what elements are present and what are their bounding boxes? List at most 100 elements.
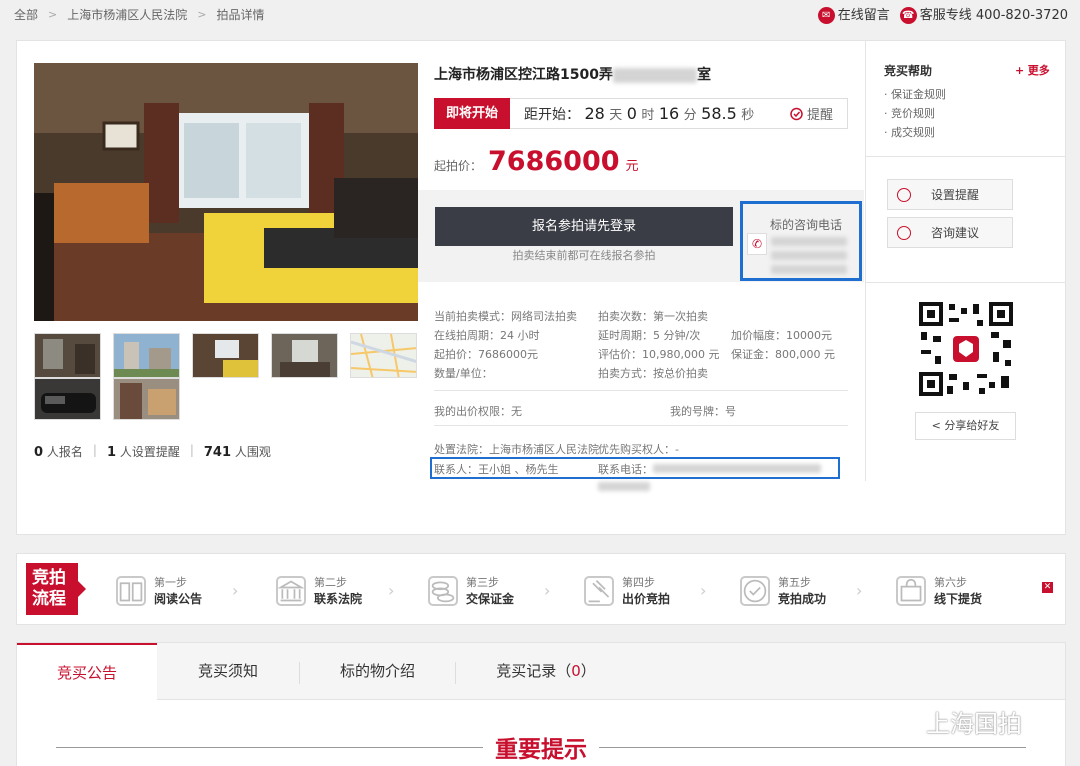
price-value: 7686000 — [488, 146, 620, 177]
redacted-text — [771, 251, 847, 260]
redacted-text — [598, 482, 650, 491]
chevron-right-icon: > — [197, 8, 207, 21]
more-link[interactable]: + 更多 — [1015, 62, 1050, 78]
deposit: 保证金：800,000 元 — [731, 348, 835, 361]
map-thumbnail[interactable] — [350, 333, 417, 378]
process-step: 第六步 线下提货 — [896, 574, 982, 607]
divider — [434, 425, 848, 426]
important-notice-heading: 重要提示 — [56, 730, 1026, 764]
main-photo[interactable] — [34, 63, 418, 321]
chevron-right-icon: › — [388, 581, 395, 600]
phone-icon: ☎ — [899, 7, 917, 24]
process-label: 竞拍流程 — [26, 563, 86, 615]
redacted-text — [771, 237, 847, 246]
tab-bidding-notice[interactable]: 竞买须知 — [157, 643, 299, 700]
process-step: 第一步 阅读公告 — [116, 574, 202, 607]
bid-increment: 加价幅度：10000元 — [731, 329, 832, 342]
start-price: 起拍价： 7686000 元 — [434, 146, 639, 177]
advice-icon — [897, 225, 911, 240]
alarm-clock-icon — [790, 107, 803, 121]
courthouse-icon — [276, 575, 306, 606]
signup-note: 拍卖结束前都可在线报名参拍 — [512, 249, 656, 262]
auction-mode: 当前拍卖模式：网络司法拍卖 — [434, 310, 577, 323]
watermark: 上海国拍 — [890, 704, 1022, 739]
tab-bid-records[interactable]: 竞买记录（0） — [456, 643, 636, 700]
auction-round: 拍卖次数：第一次拍卖 — [598, 310, 708, 323]
help-link-bidding[interactable]: · 竞价规则 — [884, 105, 935, 121]
divider — [434, 390, 848, 391]
shopping-bag-icon — [896, 575, 926, 606]
gavel-icon — [584, 575, 614, 606]
auction-method: 拍卖方式：按总价拍卖 — [598, 367, 708, 380]
set-remind-button[interactable]: 设置提醒 — [887, 179, 1013, 210]
chevron-right-icon: › — [856, 581, 863, 600]
auction-period: 在线拍周期：24 小时 — [434, 329, 540, 342]
check-circle-icon — [740, 575, 770, 606]
book-icon — [116, 575, 146, 606]
thumbnail[interactable] — [34, 378, 101, 420]
chat-icon: ✉ — [817, 7, 835, 24]
process-step: 第四步 出价竞拍 — [584, 574, 670, 607]
thumbnail[interactable] — [271, 333, 338, 378]
wechat-icon — [890, 710, 919, 732]
breadcrumb-current: 拍品详情 — [216, 8, 265, 22]
help-title: 竞买帮助 — [884, 64, 933, 78]
coins-icon — [428, 575, 458, 606]
chevron-right-icon: > — [48, 8, 58, 21]
hotline-number: 400-820-3720 — [975, 8, 1068, 23]
qr-code — [919, 302, 1013, 396]
bid-number: 我的号牌：号 — [670, 405, 736, 418]
chat-bubble-icon — [897, 187, 911, 202]
process-step: 第三步 交保证金 — [428, 574, 514, 607]
valuation: 评估价：10,980,000 元 — [598, 348, 720, 361]
disposal-court: 处置法院：上海市杨浦区人民法院 — [434, 443, 599, 456]
phone-icon: ✆ — [747, 233, 767, 255]
status-badge: 即将开始 — [434, 98, 511, 129]
thumbnail[interactable] — [113, 333, 180, 378]
online-message-link[interactable]: ✉ 在线留言 — [817, 4, 890, 24]
share-button[interactable]: < 分享给好友 — [915, 412, 1016, 440]
process-step: 第五步 竞拍成功 — [740, 574, 826, 607]
share-icon: < — [931, 419, 941, 432]
divider — [866, 156, 1066, 157]
help-link-deal[interactable]: · 成交规则 — [884, 124, 935, 140]
contact-highlight — [430, 457, 840, 479]
login-to-bid-button[interactable]: 报名参拍请先登录 — [435, 207, 733, 246]
chevron-right-icon: › — [544, 581, 551, 600]
countdown: 距开始： 28 天 0 时 16 分 58.5 秒 — [524, 103, 755, 123]
breadcrumb-all[interactable]: 全部 — [14, 6, 38, 23]
help-link-deposit[interactable]: · 保证金规则 — [884, 86, 946, 102]
consult-advice-button[interactable]: 咨询建议 — [887, 217, 1013, 248]
chevron-right-icon: › — [232, 581, 239, 600]
breadcrumb: 全部 > 上海市杨浦区人民法院 > 拍品详情 — [14, 6, 264, 23]
start-price-info: 起拍价：7686000元 — [434, 348, 538, 361]
process-step: 第二步 联系法院 — [276, 574, 362, 607]
chevron-right-icon: › — [700, 581, 707, 600]
plus-icon: + — [1015, 64, 1025, 77]
thumbnail[interactable] — [34, 333, 101, 378]
breadcrumb-court[interactable]: 上海市杨浦区人民法院 — [67, 6, 187, 23]
priority-buyer: 优先购买权人：- — [598, 443, 679, 456]
countdown-bar: 即将开始 距开始： 28 天 0 时 16 分 58.5 秒 提醒 — [434, 98, 848, 129]
divider — [866, 282, 1066, 283]
redacted-text — [612, 67, 697, 83]
thumbnail[interactable] — [192, 333, 259, 378]
thumbnail[interactable] — [113, 378, 180, 420]
tab-item-intro[interactable]: 标的物介绍 — [300, 643, 455, 700]
remind-stat: 1 人设置提醒 — [106, 445, 180, 460]
close-icon[interactable]: ✕ — [1042, 582, 1053, 593]
quantity-unit: 数量/单位： — [434, 367, 493, 380]
top-links: ✉ 在线留言 ☎ 客服专线 400-820-3720 — [817, 4, 1068, 24]
hotline: ☎ 客服专线 400-820-3720 — [899, 4, 1068, 24]
signup-stat: 0 人报名 — [34, 445, 83, 460]
consult-phone-box: 标的咨询电话 ✆ — [740, 201, 862, 281]
tab-announcement[interactable]: 竞买公告 — [17, 643, 157, 701]
lot-stats: 0 人报名 | 1 人设置提醒 | 741 人围观 — [34, 443, 271, 460]
column-divider — [865, 41, 866, 481]
redacted-text — [771, 265, 847, 274]
lot-title: 上海市杨浦区控江路1500弄室 — [434, 67, 711, 83]
view-stat: 741 人围观 — [203, 445, 271, 460]
delay-period: 延时周期：5 分钟/次 — [598, 329, 701, 342]
remind-button[interactable]: 提醒 — [789, 104, 833, 123]
bid-permission: 我的出价权限：无 — [434, 405, 522, 418]
